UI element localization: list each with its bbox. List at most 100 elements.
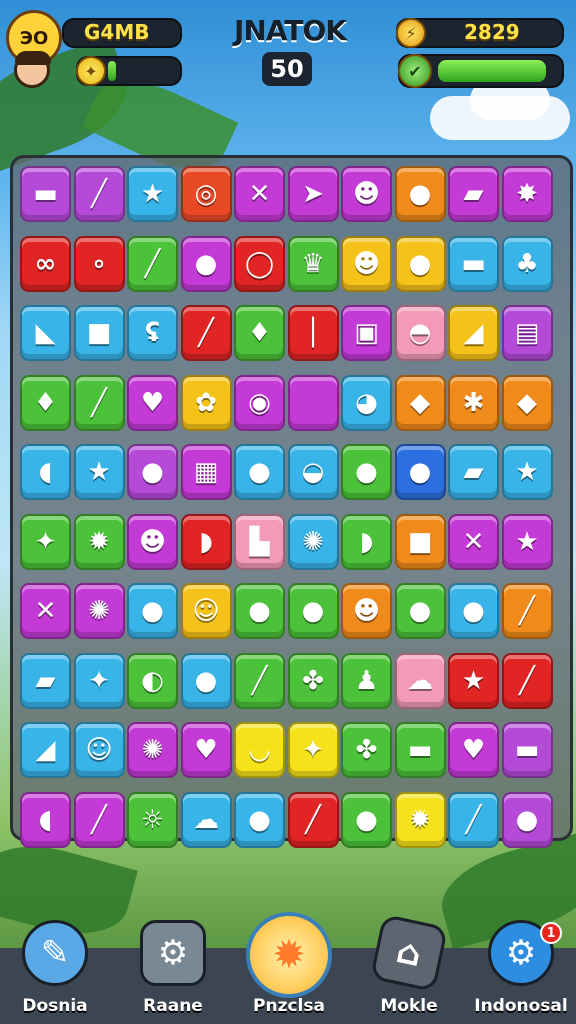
game-tile[interactable]: ▰ — [448, 444, 499, 500]
game-tile[interactable]: ◒ — [287, 444, 339, 500]
game-tile[interactable]: ◡ — [234, 722, 285, 778]
game-tile[interactable]: ▣ — [341, 305, 392, 361]
game-tile[interactable]: ★ — [448, 652, 499, 709]
game-tile[interactable]: ▬ — [394, 722, 446, 778]
game-tile[interactable]: ✺ — [73, 583, 125, 639]
game-tile[interactable]: ▬ — [448, 235, 499, 292]
game-tile[interactable]: ● — [394, 444, 446, 500]
game-tile[interactable]: ☺ — [73, 722, 125, 778]
game-tile[interactable]: ● — [180, 652, 232, 709]
game-tile[interactable]: ● — [180, 235, 232, 292]
game-tile[interactable]: ✕ — [448, 513, 499, 570]
game-tile[interactable]: ♣ — [501, 235, 553, 292]
game-tile[interactable]: ╱ — [73, 374, 125, 431]
game-tile[interactable]: ∞ — [20, 235, 71, 292]
game-tile[interactable]: ✦ — [73, 652, 125, 709]
game-tile[interactable]: ◎ — [180, 166, 232, 222]
game-tile[interactable]: ▤ — [501, 305, 553, 361]
game-tile[interactable]: ✦ — [20, 513, 71, 570]
nav-item-mokle[interactable]: ⌂ Mokle — [354, 910, 464, 1022]
game-tile[interactable]: ✕ — [234, 166, 285, 222]
game-tile[interactable]: ● — [287, 583, 339, 639]
game-tile[interactable]: ✕ — [20, 583, 71, 639]
game-tile[interactable]: ◢ — [20, 722, 71, 778]
game-tile[interactable]: ╱ — [73, 166, 125, 222]
game-tile[interactable]: ☁ — [394, 652, 446, 709]
game-tile[interactable]: ★ — [73, 444, 125, 500]
game-tile[interactable]: ● — [127, 444, 178, 500]
game-tile[interactable]: ✺ — [127, 722, 178, 778]
game-tile[interactable]: ◉ — [234, 374, 285, 431]
game-tile[interactable]: ● — [501, 791, 553, 848]
game-tile[interactable]: ✦ — [287, 722, 339, 778]
game-tile[interactable]: ✤ — [341, 722, 392, 778]
game-tile[interactable]: ● — [448, 583, 499, 639]
game-tile[interactable]: ✹ — [73, 513, 125, 570]
game-tile[interactable]: ◗ — [180, 513, 232, 570]
game-tile[interactable]: ◖ — [20, 791, 71, 848]
game-tile[interactable]: ▰ — [448, 166, 499, 222]
game-tile[interactable]: ✺ — [287, 513, 339, 570]
game-tile[interactable]: ☻ — [127, 513, 178, 570]
game-tile[interactable]: ╱ — [501, 652, 553, 709]
game-tile[interactable]: ✿ — [180, 374, 232, 431]
nav-item-pnzclsa[interactable]: Pnzclsa — [234, 910, 344, 1022]
game-tile[interactable]: ★ — [501, 444, 553, 500]
game-tile[interactable]: ● — [341, 791, 392, 848]
game-tile[interactable]: ■ — [394, 513, 446, 570]
game-tile[interactable]: ♥ — [448, 722, 499, 778]
game-tile[interactable]: ☻ — [341, 166, 392, 222]
game-tile[interactable]: ╱ — [287, 791, 339, 848]
game-tile[interactable]: ▬ — [501, 722, 553, 778]
game-tile[interactable]: ◆ — [501, 374, 553, 431]
game-tile[interactable]: ∘ — [73, 235, 125, 292]
game-tile[interactable]: ● — [127, 583, 178, 639]
game-tile[interactable]: ☼ — [127, 791, 178, 848]
game-tile[interactable]: ◣ — [20, 305, 71, 361]
game-tile[interactable]: ☻ — [341, 583, 392, 639]
game-tile[interactable]: ♦ — [20, 374, 71, 431]
game-tile[interactable]: ➤ — [287, 166, 339, 222]
game-tile[interactable]: ʢ — [127, 305, 178, 361]
game-tile[interactable]: ◖ — [20, 444, 71, 500]
game-tile[interactable]: ◆ — [394, 374, 446, 431]
game-tile[interactable]: ▦ — [180, 444, 232, 500]
nav-item-dosnia[interactable]: ✎ Dosnia — [0, 910, 110, 1022]
game-tile[interactable]: ● — [234, 444, 285, 500]
game-tile[interactable]: ● — [234, 583, 285, 639]
game-tile[interactable]: ◐ — [127, 652, 178, 709]
game-tile[interactable]: ♥ — [180, 722, 232, 778]
game-tile[interactable]: ◗ — [341, 513, 392, 570]
game-tile[interactable] — [287, 374, 339, 431]
game-tile[interactable]: ● — [341, 444, 392, 500]
game-tile[interactable]: ☺ — [180, 583, 232, 639]
game-tile[interactable]: ╱ — [501, 583, 553, 639]
game-tile[interactable]: ● — [394, 583, 446, 639]
game-tile[interactable]: ◕ — [341, 374, 392, 431]
game-tile[interactable]: ◯ — [234, 235, 285, 292]
game-tile[interactable]: ✸ — [501, 166, 553, 222]
game-tile[interactable]: ■ — [73, 305, 125, 361]
game-tile[interactable]: ♦ — [234, 305, 285, 361]
game-tile[interactable]: ♛ — [287, 235, 339, 292]
game-tile[interactable]: ✤ — [287, 652, 339, 709]
game-tile[interactable]: ╱ — [180, 305, 232, 361]
game-tile[interactable]: │ — [287, 305, 339, 361]
game-tile[interactable]: ╱ — [234, 652, 285, 709]
game-tile[interactable]: ♥ — [127, 374, 178, 431]
game-tile[interactable]: ✱ — [448, 374, 499, 431]
avatar[interactable] — [14, 51, 51, 88]
game-tile[interactable]: ◢ — [448, 305, 499, 361]
game-tile[interactable]: ✹ — [394, 791, 446, 848]
game-tile[interactable]: ● — [394, 166, 446, 222]
game-tile[interactable]: ◓ — [394, 305, 446, 361]
game-tile[interactable]: ╱ — [73, 791, 125, 848]
game-tile[interactable]: ● — [234, 791, 285, 848]
game-tile[interactable]: ▙ — [234, 513, 285, 570]
game-tile[interactable]: ♟ — [341, 652, 392, 709]
game-tile[interactable]: ▬ — [20, 166, 71, 222]
game-tile[interactable]: ★ — [127, 166, 178, 222]
game-tile[interactable]: ☁ — [180, 791, 232, 848]
game-tile[interactable]: ☻ — [341, 235, 392, 292]
game-tile[interactable]: ● — [394, 235, 446, 292]
